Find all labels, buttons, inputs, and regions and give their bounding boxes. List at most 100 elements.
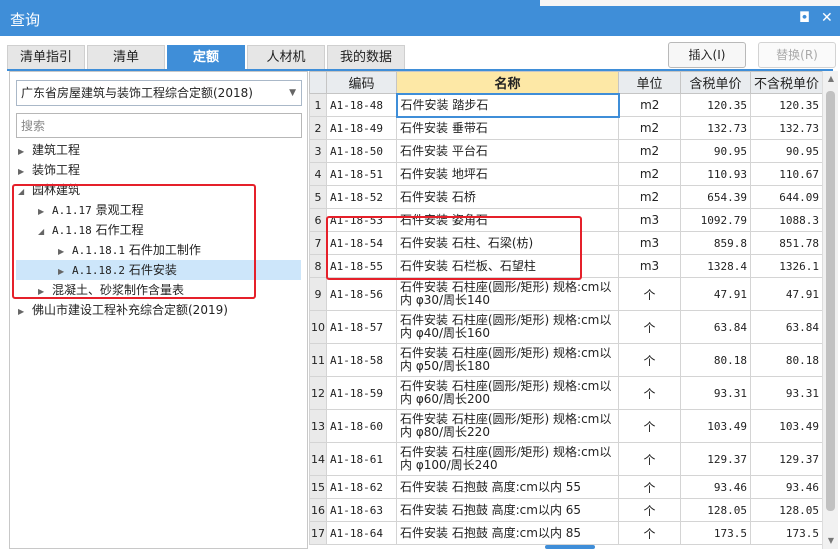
cell-code[interactable]: A1-18-54 — [326, 231, 397, 255]
tab-my-data[interactable]: 我的数据 — [327, 45, 405, 70]
cell-unit[interactable]: m2 — [618, 93, 681, 117]
tree-item-stone-works[interactable]: ◢ A.1.18 石作工程 — [38, 220, 144, 240]
col-notax-price-header[interactable]: 不含税单价 — [750, 71, 822, 94]
table-row[interactable]: 7 A1-18-54 石件安装 石柱、石梁(枋) m3 859.8 851.78 — [309, 231, 822, 255]
tree-expand-icon[interactable]: ▶ — [18, 302, 32, 322]
cell-code[interactable]: A1-18-64 — [326, 521, 397, 545]
cell-unit[interactable]: m2 — [618, 185, 681, 209]
cell-name[interactable]: 石件安装 石柱座(圆形/矩形) 规格:cm以内 φ50/周长180 — [396, 343, 619, 377]
cell-name[interactable]: 石件安装 地坪石 — [396, 162, 619, 186]
cell-tax-price[interactable]: 63.84 — [680, 310, 751, 344]
cell-tax-price[interactable]: 129.37 — [680, 442, 751, 476]
table-row[interactable]: 9 A1-18-56 石件安装 石柱座(圆形/矩形) 规格:cm以内 φ30/周长1… — [309, 277, 822, 311]
table-row[interactable]: 3 A1-18-50 石件安装 平台石 m2 90.95 90.95 — [309, 139, 822, 163]
cell-notax-price[interactable]: 128.05 — [750, 498, 822, 522]
cell-code[interactable]: A1-18-53 — [326, 208, 397, 232]
cell-unit[interactable]: m3 — [618, 254, 681, 278]
cell-code[interactable]: A1-18-57 — [326, 310, 397, 344]
cell-notax-price[interactable]: 644.09 — [750, 185, 822, 209]
cell-tax-price[interactable]: 47.91 — [680, 277, 751, 311]
cell-unit[interactable]: 个 — [618, 277, 681, 311]
cell-code[interactable]: A1-18-61 — [326, 442, 397, 476]
tab-labor-material[interactable]: 人材机 — [247, 45, 325, 70]
vertical-scrollbar[interactable]: ▲ ▼ — [822, 71, 838, 549]
cell-tax-price[interactable]: 80.18 — [680, 343, 751, 377]
scroll-up-icon[interactable]: ▲ — [823, 71, 839, 87]
cell-code[interactable]: A1-18-55 — [326, 254, 397, 278]
cell-name[interactable]: 石件安装 垂带石 — [396, 116, 619, 140]
table-row[interactable]: 1 A1-18-48 石件安装 踏步石 m2 120.35 120.35 — [309, 92, 822, 118]
cell-code[interactable]: A1-18-56 — [326, 277, 397, 311]
cell-tax-price[interactable]: 132.73 — [680, 116, 751, 140]
cell-notax-price[interactable]: 1088.3 — [750, 208, 822, 232]
restore-icon[interactable]: ◘ — [799, 10, 810, 26]
tab-quota[interactable]: 定额 — [167, 45, 245, 70]
tree-expand-icon[interactable]: ▶ — [18, 142, 32, 162]
tree-item-stone-processing[interactable]: ▶ A.1.18.1 石件加工制作 — [58, 240, 201, 260]
cell-code[interactable]: A1-18-59 — [326, 376, 397, 410]
cell-notax-price[interactable]: 47.91 — [750, 277, 822, 311]
cell-tax-price[interactable]: 93.46 — [680, 475, 751, 499]
tab-bill[interactable]: 清单 — [87, 45, 165, 70]
search-input[interactable] — [16, 113, 302, 138]
cell-notax-price[interactable]: 851.78 — [750, 231, 822, 255]
col-code-header[interactable]: 编码 — [326, 71, 397, 94]
chevron-down-icon[interactable]: ▼ — [289, 81, 296, 105]
cell-code[interactable]: A1-18-62 — [326, 475, 397, 499]
tree-item-stone-installation[interactable]: ▶ A.1.18.2 石件安装 — [16, 260, 301, 280]
cell-code[interactable]: A1-18-52 — [326, 185, 397, 209]
cell-notax-price[interactable]: 120.35 — [750, 93, 822, 117]
cell-name[interactable]: 石件安装 石柱座(圆形/矩形) 规格:cm以内 φ80/周长220 — [396, 409, 619, 443]
cell-name[interactable]: 石件安装 石柱座(圆形/矩形) 规格:cm以内 φ60/周长200 — [396, 376, 619, 410]
table-row[interactable]: 2 A1-18-49 石件安装 垂带石 m2 132.73 132.73 — [309, 116, 822, 140]
cell-notax-price[interactable]: 90.95 — [750, 139, 822, 163]
cell-name[interactable]: 石件安装 石栏板、石望柱 — [396, 254, 619, 278]
cell-notax-price[interactable]: 173.5 — [750, 521, 822, 545]
cell-notax-price[interactable]: 110.67 — [750, 162, 822, 186]
cell-code[interactable]: A1-18-58 — [326, 343, 397, 377]
col-tax-price-header[interactable]: 含税单价 — [680, 71, 751, 94]
cell-code[interactable]: A1-18-51 — [326, 162, 397, 186]
cell-unit[interactable]: 个 — [618, 310, 681, 344]
tree-item-decoration[interactable]: ▶ 装饰工程 — [18, 160, 80, 180]
cell-tax-price[interactable]: 93.31 — [680, 376, 751, 410]
cell-unit[interactable]: 个 — [618, 343, 681, 377]
cell-unit[interactable]: 个 — [618, 376, 681, 410]
cell-tax-price[interactable]: 110.93 — [680, 162, 751, 186]
cell-unit[interactable]: m3 — [618, 231, 681, 255]
cell-name[interactable]: 石件安装 石抱鼓 高度:cm以内 55 — [396, 475, 619, 499]
table-row[interactable]: 10 A1-18-57 石件安装 石柱座(圆形/矩形) 规格:cm以内 φ40/周长… — [309, 310, 822, 344]
cell-name[interactable]: 石件安装 平台石 — [396, 139, 619, 163]
col-unit-header[interactable]: 单位 — [618, 71, 681, 94]
cell-name[interactable]: 石件安装 石柱座(圆形/矩形) 规格:cm以内 φ30/周长140 — [396, 277, 619, 311]
cell-name[interactable]: 石件安装 踏步石 — [395, 92, 620, 118]
cell-name[interactable]: 石件安装 石桥 — [396, 185, 619, 209]
cell-unit[interactable]: m3 — [618, 208, 681, 232]
scroll-down-icon[interactable]: ▼ — [823, 533, 839, 549]
cell-tax-price[interactable]: 859.8 — [680, 231, 751, 255]
cell-notax-price[interactable]: 1326.1 — [750, 254, 822, 278]
table-row[interactable]: 12 A1-18-59 石件安装 石柱座(圆形/矩形) 规格:cm以内 φ60/周长… — [309, 376, 822, 410]
cell-unit[interactable]: 个 — [618, 442, 681, 476]
cell-tax-price[interactable]: 654.39 — [680, 185, 751, 209]
cell-tax-price[interactable]: 90.95 — [680, 139, 751, 163]
cell-code[interactable]: A1-18-50 — [326, 139, 397, 163]
cell-tax-price[interactable]: 1092.79 — [680, 208, 751, 232]
tree-item-concrete-mortar[interactable]: ▶ 混凝土、砂浆制作含量表 — [38, 280, 184, 300]
cell-unit[interactable]: 个 — [618, 521, 681, 545]
table-row[interactable]: 6 A1-18-53 石件安装 姿角石 m3 1092.79 1088.3 — [309, 208, 822, 232]
cell-tax-price[interactable]: 1328.4 — [680, 254, 751, 278]
cell-notax-price[interactable]: 93.31 — [750, 376, 822, 410]
col-name-header[interactable]: 名称 — [396, 71, 619, 94]
cell-code[interactable]: A1-18-48 — [326, 93, 397, 117]
cell-notax-price[interactable]: 80.18 — [750, 343, 822, 377]
tree-expand-icon[interactable]: ▶ — [38, 202, 52, 222]
cell-tax-price[interactable]: 173.5 — [680, 521, 751, 545]
cell-unit[interactable]: 个 — [618, 409, 681, 443]
cell-name[interactable]: 石件安装 石柱座(圆形/矩形) 规格:cm以内 φ40/周长160 — [396, 310, 619, 344]
tree-item-landscape[interactable]: ▶ A.1.17 景观工程 — [38, 200, 144, 220]
horizontal-scroll-thumb[interactable] — [545, 545, 595, 549]
tree-expand-icon[interactable]: ▶ — [58, 262, 72, 282]
cell-name[interactable]: 石件安装 石柱座(圆形/矩形) 规格:cm以内 φ100/周长240 — [396, 442, 619, 476]
cell-unit[interactable]: 个 — [618, 475, 681, 499]
